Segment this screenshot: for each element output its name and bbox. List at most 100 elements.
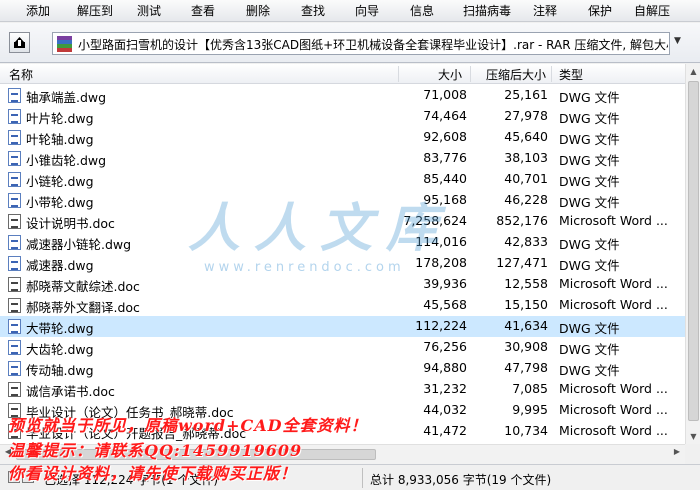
column-divider[interactable] (551, 66, 552, 82)
file-packed-size: 27,978 (504, 108, 548, 123)
dwg-file-icon (8, 109, 21, 124)
toolbar-test-button[interactable]: 测试 (137, 2, 161, 19)
file-type: DWG 文件 (559, 111, 620, 126)
chevron-down-icon[interactable]: ▼ (674, 36, 686, 50)
toolbar-view-button[interactable]: 查看 (191, 2, 215, 19)
toolbar-delete-button[interactable]: 删除 (246, 2, 270, 19)
dwg-file-icon (8, 88, 21, 103)
file-name: 大齿轮.dwg (26, 342, 94, 357)
word-document-icon (8, 382, 21, 397)
status-total-text: 总计 8,933,056 字节(19 个文件) (370, 473, 552, 487)
promo-line-1: 预览就当于所见，原稿word+CAD全套资料！ (8, 416, 368, 435)
file-packed-size: 42,833 (504, 234, 548, 249)
scroll-up-arrow-icon[interactable]: ▲ (686, 64, 700, 79)
file-packed-size: 7,085 (512, 381, 548, 396)
file-list[interactable]: 名称 大小 压缩后大小 类型 轴承端盖.dwg 71,008 25,161 DWG 文… (0, 64, 685, 444)
file-size: 41,472 (423, 423, 467, 438)
file-type: DWG 文件 (559, 132, 620, 147)
toolbar-info-button[interactable]: 信息 (410, 2, 434, 19)
file-type: Microsoft Word ... (559, 213, 668, 228)
file-row[interactable]: 传动轴.dwg 94,880 47,798 DWG 文件 (0, 358, 685, 379)
file-name: 诚信承诺书.doc (26, 384, 115, 399)
file-row[interactable]: 减速器.dwg 178,208 127,471 DWG 文件 (0, 253, 685, 274)
toolbar-wizard-button[interactable]: 向导 (355, 2, 379, 19)
word-document-icon (8, 298, 21, 313)
toolbar-comment-button[interactable]: 注释 (533, 2, 557, 19)
file-row[interactable]: 轴承端盖.dwg 71,008 25,161 DWG 文件 (0, 85, 685, 106)
file-size: 112,224 (415, 318, 467, 333)
file-row[interactable]: 设计说明书.doc 7,258,624 852,176 Microsoft Word … (0, 211, 685, 232)
archive-path-field[interactable]: 小型路面扫雪机的设计【优秀含13张CAD图纸+环卫机械设备全套课程毕业设计】.r… (52, 32, 670, 55)
file-packed-size: 10,734 (504, 423, 548, 438)
vertical-scrollbar[interactable]: ▲ ▼ (685, 64, 700, 444)
file-size: 74,464 (423, 108, 467, 123)
file-row[interactable]: 叶片轮.dwg 74,464 27,978 DWG 文件 (0, 106, 685, 127)
file-row[interactable]: 大齿轮.dwg 76,256 30,908 DWG 文件 (0, 337, 685, 358)
column-header-name[interactable]: 名称 (9, 66, 33, 83)
file-size: 95,168 (423, 192, 467, 207)
column-divider[interactable] (398, 66, 399, 82)
toolbar-extract-to-button[interactable]: 解压到 (77, 2, 113, 19)
file-packed-size: 47,798 (504, 360, 548, 375)
file-name: 郝晓蒂外文翻译.doc (26, 300, 140, 315)
promo-line-3: 你看设计资料，请先使下载购买正版！ (8, 464, 298, 483)
toolbar-protect-button[interactable]: 保护 (588, 2, 612, 19)
file-type: DWG 文件 (559, 342, 620, 357)
file-name: 传动轴.dwg (26, 363, 94, 378)
file-packed-size: 25,161 (504, 87, 548, 102)
column-header-type[interactable]: 类型 (559, 66, 583, 83)
file-row[interactable]: 郝晓蒂外文翻译.doc 45,568 15,150 Microsoft Word ..… (0, 295, 685, 316)
file-type: DWG 文件 (559, 258, 620, 273)
scroll-right-arrow-icon[interactable]: ▶ (670, 447, 684, 456)
file-row[interactable]: 郝晓蒂文献综述.doc 39,936 12,558 Microsoft Word ..… (0, 274, 685, 295)
vertical-scroll-thumb[interactable] (688, 81, 699, 421)
file-packed-size: 30,908 (504, 339, 548, 354)
column-header-size[interactable]: 大小 (438, 66, 462, 83)
column-divider[interactable] (470, 66, 471, 82)
file-row[interactable]: 减速器小链轮.dwg 114,016 42,833 DWG 文件 (0, 232, 685, 253)
dwg-file-icon (8, 256, 21, 271)
file-list-header: 名称 大小 压缩后大小 类型 (0, 64, 685, 84)
file-row[interactable]: 小锥齿轮.dwg 83,776 38,103 DWG 文件 (0, 148, 685, 169)
file-type: DWG 文件 (559, 153, 620, 168)
file-packed-size: 46,228 (504, 192, 548, 207)
file-packed-size: 15,150 (504, 297, 548, 312)
column-header-packed[interactable]: 压缩后大小 (486, 66, 546, 83)
file-row[interactable]: 小链轮.dwg 85,440 40,701 DWG 文件 (0, 169, 685, 190)
file-size: 39,936 (423, 276, 467, 291)
file-row[interactable]: 小带轮.dwg 95,168 46,228 DWG 文件 (0, 190, 685, 211)
file-type: Microsoft Word ... (559, 381, 668, 396)
file-type: Microsoft Word ... (559, 276, 668, 291)
file-name: 大带轮.dwg (26, 321, 94, 336)
file-type: Microsoft Word ... (559, 423, 668, 438)
word-document-icon (8, 277, 21, 292)
file-packed-size: 9,995 (512, 402, 548, 417)
file-name: 小锥齿轮.dwg (26, 153, 107, 168)
file-row[interactable]: 叶轮轴.dwg 92,608 45,640 DWG 文件 (0, 127, 685, 148)
file-type: Microsoft Word ... (559, 297, 668, 312)
file-row[interactable]: 大带轮.dwg 112,224 41,634 DWG 文件 (0, 316, 685, 337)
file-name: 叶轮轴.dwg (26, 132, 94, 147)
file-type: DWG 文件 (559, 90, 620, 105)
dwg-file-icon (8, 235, 21, 250)
dwg-file-icon (8, 172, 21, 187)
dwg-file-icon (8, 361, 21, 376)
toolbar-add-button[interactable]: 添加 (26, 2, 50, 19)
scroll-down-arrow-icon[interactable]: ▼ (686, 429, 700, 444)
dwg-file-icon (8, 193, 21, 208)
file-size: 85,440 (423, 171, 467, 186)
promo-line-2: 温馨提示：请联系QQ:1459919609 (8, 441, 303, 460)
file-row[interactable]: 诚信承诺书.doc 31,232 7,085 Microsoft Word ... (0, 379, 685, 400)
toolbar-virus-scan-button[interactable]: 扫描病毒 (463, 2, 511, 19)
up-folder-button[interactable] (9, 32, 30, 53)
file-name: 设计说明书.doc (26, 216, 115, 231)
file-type: DWG 文件 (559, 174, 620, 189)
file-packed-size: 45,640 (504, 129, 548, 144)
file-name: 叶片轮.dwg (26, 111, 94, 126)
toolbar-sfx-button[interactable]: 自解压 (634, 2, 670, 19)
file-type: Microsoft Word ... (559, 402, 668, 417)
file-packed-size: 41,634 (504, 318, 548, 333)
toolbar-find-button[interactable]: 查找 (301, 2, 325, 19)
status-divider (362, 468, 363, 488)
file-type: DWG 文件 (559, 363, 620, 378)
